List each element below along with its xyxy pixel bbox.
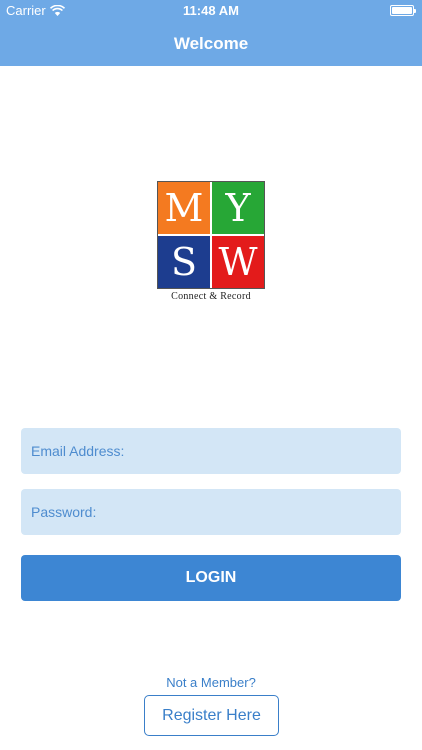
battery-icon [390,5,416,16]
logo-letter-m: M [158,182,210,234]
status-bar: Carrier 11:48 AM [0,0,422,22]
clock: 11:48 AM [183,3,239,18]
logo-letter-w: W [212,236,264,288]
logo-letter-y: Y [212,182,264,234]
page-title: Welcome [173,34,249,53]
password-field[interactable] [21,489,401,535]
register-button[interactable]: Register Here [144,695,279,736]
battery-level [392,7,412,14]
login-button[interactable]: LOGIN [21,555,401,601]
not-member-text: Not a Member? [166,675,256,690]
logo-tagline: Connect & Record [171,291,251,302]
app-logo: M Y S W Connect & Record [157,181,265,302]
navigation-bar: Carrier 11:48 AM Welcome [0,0,422,66]
logo-grid: M Y S W [157,181,265,289]
logo-letter-s: S [158,236,210,288]
email-field[interactable] [21,428,401,474]
